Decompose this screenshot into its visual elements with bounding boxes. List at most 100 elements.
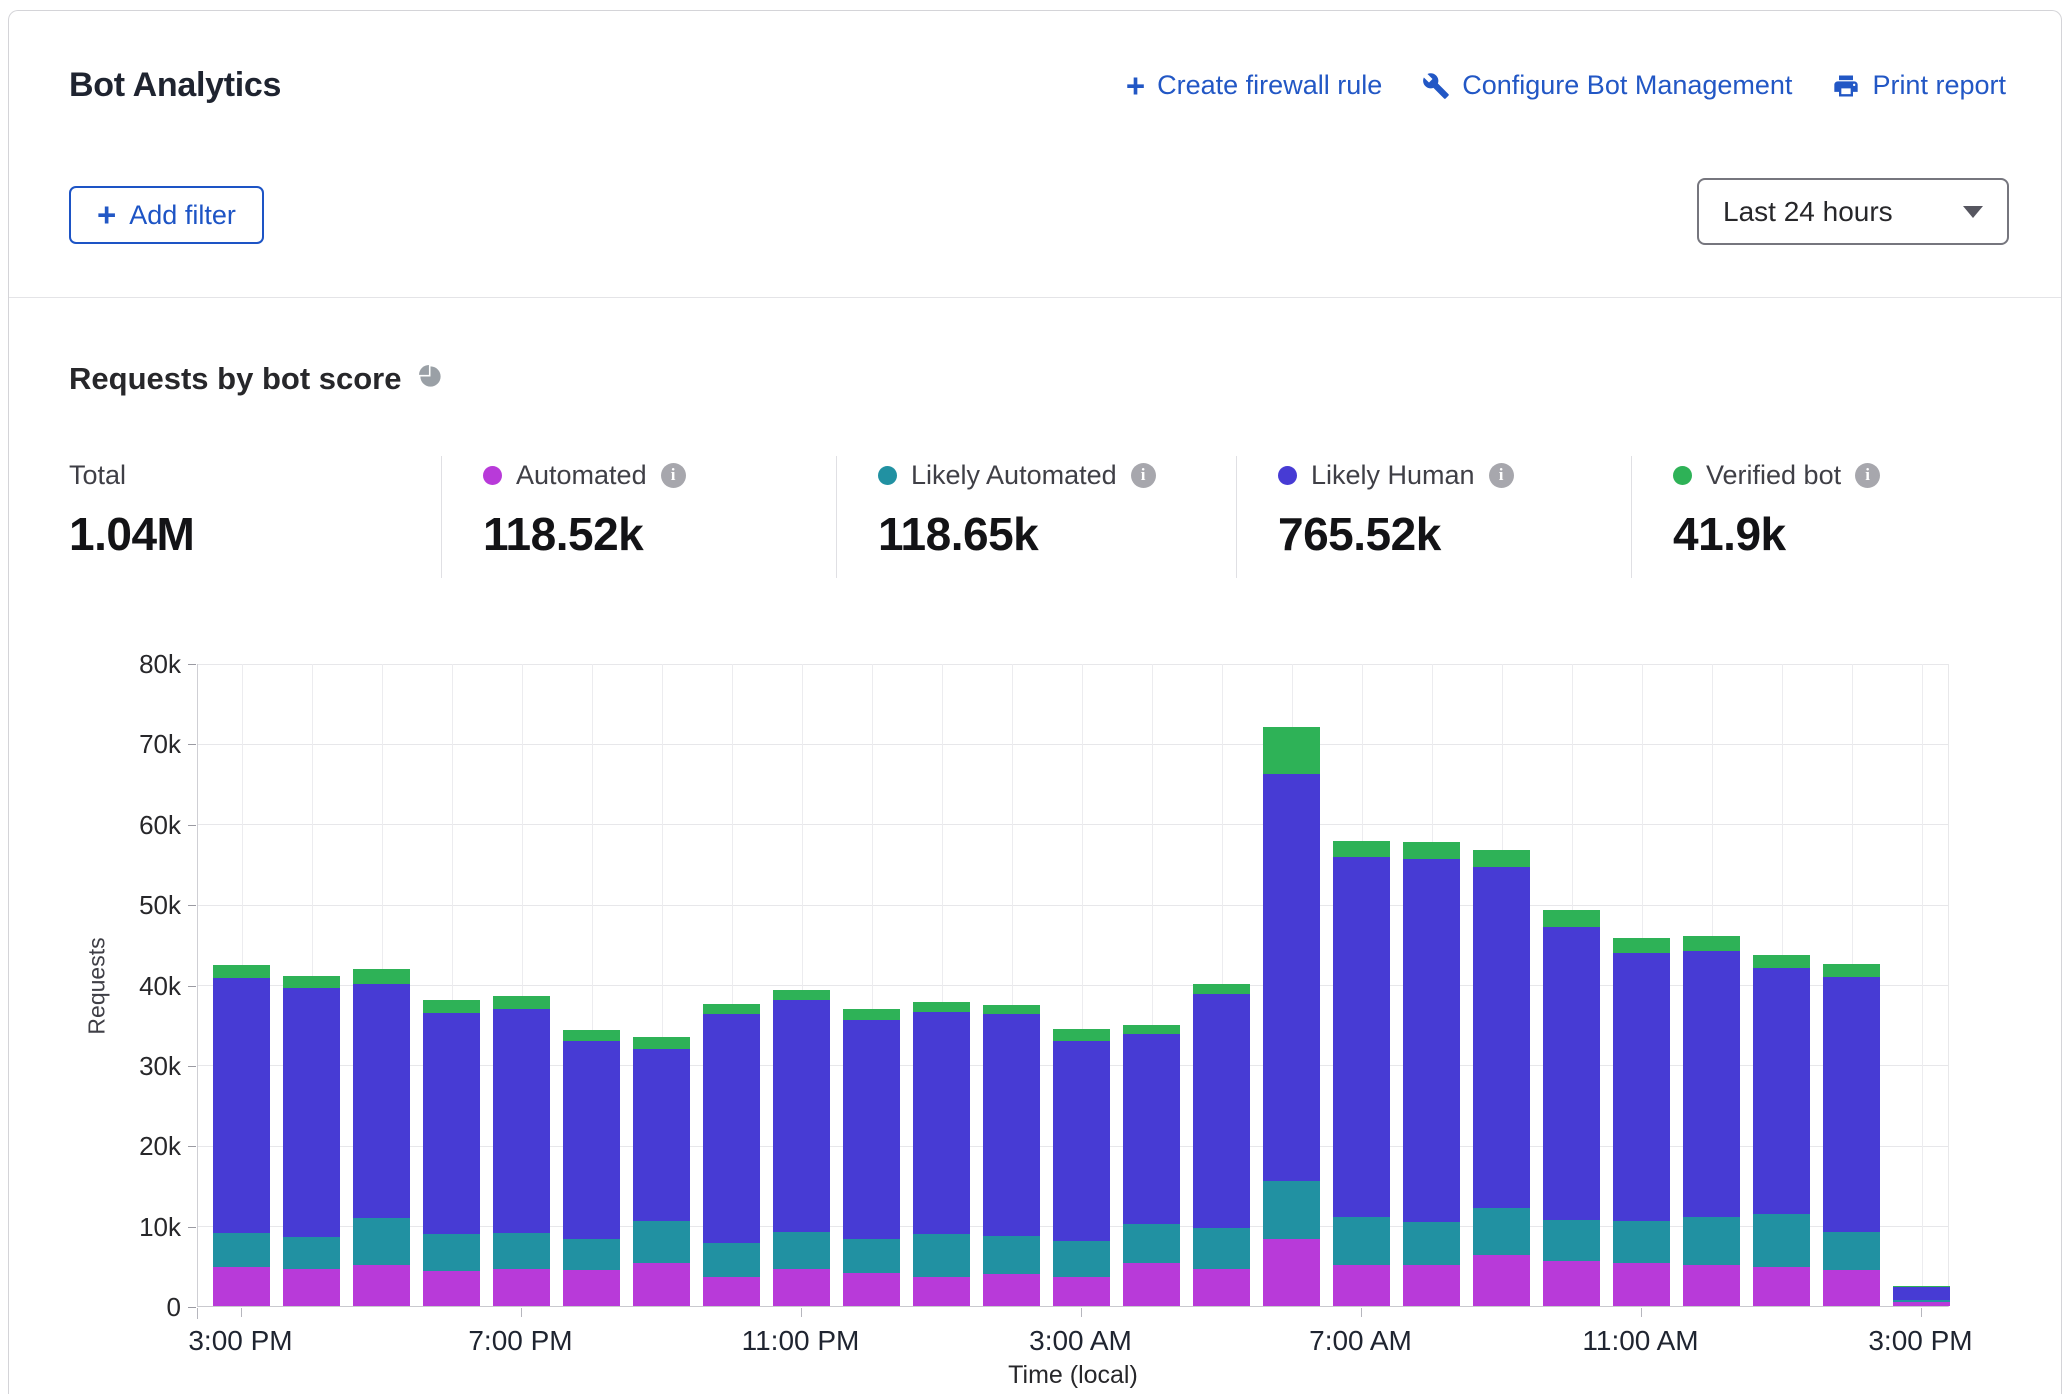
bar-segment-likely-human[interactable] [1123, 1034, 1180, 1224]
bar-segment-likely-automated[interactable] [913, 1234, 970, 1277]
bar-segment-likely-human[interactable] [703, 1014, 760, 1242]
bar-segment-likely-human[interactable] [1893, 1287, 1950, 1300]
bar-column[interactable] [1543, 910, 1600, 1306]
bar-column[interactable] [633, 1037, 690, 1306]
bar-segment-automated[interactable] [423, 1271, 480, 1306]
bar-segment-likely-automated[interactable] [1263, 1181, 1320, 1239]
info-icon[interactable]: i [1489, 463, 1514, 488]
bar-column[interactable] [1123, 1025, 1180, 1306]
bar-segment-likely-human[interactable] [1613, 953, 1670, 1221]
add-filter-button[interactable]: + Add filter [69, 186, 264, 244]
bar-segment-likely-human[interactable] [213, 978, 270, 1233]
bar-segment-automated[interactable] [1333, 1265, 1390, 1306]
bar-segment-automated[interactable] [703, 1277, 760, 1306]
bar-segment-verified-bot[interactable] [1053, 1029, 1110, 1041]
bar-segment-likely-automated[interactable] [1473, 1208, 1530, 1255]
bar-column[interactable] [1263, 727, 1320, 1306]
bar-segment-likely-automated[interactable] [1193, 1228, 1250, 1269]
info-icon[interactable]: i [661, 463, 686, 488]
bar-segment-likely-automated[interactable] [353, 1218, 410, 1265]
bar-segment-likely-automated[interactable] [1543, 1220, 1600, 1261]
bar-segment-automated[interactable] [1753, 1267, 1810, 1306]
bar-segment-likely-human[interactable] [1403, 859, 1460, 1222]
bar-segment-verified-bot[interactable] [283, 976, 340, 988]
bar-segment-verified-bot[interactable] [563, 1030, 620, 1040]
bar-segment-likely-automated[interactable] [1753, 1214, 1810, 1267]
bar-column[interactable] [1753, 955, 1810, 1306]
bar-segment-likely-automated[interactable] [773, 1232, 830, 1269]
bar-segment-verified-bot[interactable] [493, 996, 550, 1009]
bar-column[interactable] [423, 1000, 480, 1306]
bar-column[interactable] [213, 965, 270, 1306]
bar-column[interactable] [1823, 964, 1880, 1306]
bar-segment-automated[interactable] [913, 1277, 970, 1306]
bar-segment-likely-human[interactable] [843, 1020, 900, 1239]
bar-column[interactable] [1403, 842, 1460, 1306]
bar-segment-likely-human[interactable] [633, 1049, 690, 1221]
bar-column[interactable] [843, 1009, 900, 1306]
bar-segment-verified-bot[interactable] [1263, 727, 1320, 774]
bar-segment-likely-automated[interactable] [213, 1233, 270, 1268]
bar-segment-verified-bot[interactable] [1543, 910, 1600, 927]
bar-segment-automated[interactable] [1193, 1269, 1250, 1306]
bar-segment-automated[interactable] [1893, 1302, 1950, 1306]
bar-segment-likely-automated[interactable] [1123, 1224, 1180, 1263]
bar-column[interactable] [773, 990, 830, 1306]
bar-segment-likely-automated[interactable] [843, 1239, 900, 1274]
bar-segment-likely-human[interactable] [423, 1013, 480, 1235]
print-report-link[interactable]: Print report [1832, 70, 2006, 101]
configure-bot-management-link[interactable]: Configure Bot Management [1422, 70, 1792, 101]
bar-column[interactable] [1053, 1029, 1110, 1306]
bar-segment-verified-bot[interactable] [983, 1005, 1040, 1015]
create-firewall-rule-link[interactable]: + Create firewall rule [1126, 70, 1382, 101]
bar-column[interactable] [1333, 841, 1390, 1306]
bar-segment-likely-human[interactable] [1053, 1041, 1110, 1241]
bar-segment-likely-automated[interactable] [423, 1234, 480, 1271]
bar-segment-likely-automated[interactable] [1403, 1222, 1460, 1265]
bar-segment-verified-bot[interactable] [843, 1009, 900, 1020]
bar-segment-verified-bot[interactable] [353, 969, 410, 983]
bar-segment-automated[interactable] [1613, 1263, 1670, 1306]
bar-segment-automated[interactable] [773, 1269, 830, 1306]
bar-column[interactable] [563, 1030, 620, 1306]
bar-column[interactable] [1193, 984, 1250, 1306]
bar-column[interactable] [1683, 936, 1740, 1307]
bar-segment-likely-human[interactable] [1683, 951, 1740, 1217]
bar-segment-verified-bot[interactable] [633, 1037, 690, 1049]
bar-segment-likely-human[interactable] [563, 1041, 620, 1240]
bar-segment-automated[interactable] [1123, 1263, 1180, 1306]
bar-column[interactable] [1613, 938, 1670, 1306]
bar-segment-verified-bot[interactable] [1473, 850, 1530, 868]
bar-segment-verified-bot[interactable] [213, 965, 270, 978]
bar-segment-verified-bot[interactable] [1123, 1025, 1180, 1035]
bar-segment-automated[interactable] [1823, 1270, 1880, 1306]
bar-segment-automated[interactable] [213, 1267, 270, 1306]
bar-column[interactable] [493, 996, 550, 1306]
bar-segment-verified-bot[interactable] [1823, 964, 1880, 976]
bar-segment-likely-automated[interactable] [1333, 1217, 1390, 1265]
bar-segment-automated[interactable] [1263, 1239, 1320, 1306]
bar-segment-likely-human[interactable] [773, 1000, 830, 1232]
bar-segment-verified-bot[interactable] [1403, 842, 1460, 859]
bar-segment-verified-bot[interactable] [1333, 841, 1390, 856]
bar-segment-automated[interactable] [563, 1270, 620, 1306]
bar-segment-verified-bot[interactable] [1193, 984, 1250, 994]
bar-column[interactable] [703, 1004, 760, 1306]
bar-segment-likely-automated[interactable] [493, 1233, 550, 1269]
bar-segment-automated[interactable] [353, 1265, 410, 1306]
bar-segment-automated[interactable] [843, 1273, 900, 1306]
bar-segment-verified-bot[interactable] [1683, 936, 1740, 951]
bar-segment-likely-human[interactable] [1753, 968, 1810, 1215]
bar-column[interactable] [983, 1005, 1040, 1306]
bar-segment-likely-human[interactable] [983, 1014, 1040, 1236]
bar-segment-automated[interactable] [493, 1269, 550, 1306]
info-icon[interactable]: i [1855, 463, 1880, 488]
bar-segment-likely-automated[interactable] [633, 1221, 690, 1263]
bar-column[interactable] [913, 1002, 970, 1306]
bar-column[interactable] [353, 969, 410, 1306]
bar-segment-automated[interactable] [283, 1269, 340, 1306]
bar-segment-likely-human[interactable] [283, 988, 340, 1237]
bar-segment-automated[interactable] [1053, 1277, 1110, 1306]
bar-segment-likely-human[interactable] [353, 984, 410, 1219]
bar-segment-likely-automated[interactable] [1613, 1221, 1670, 1264]
